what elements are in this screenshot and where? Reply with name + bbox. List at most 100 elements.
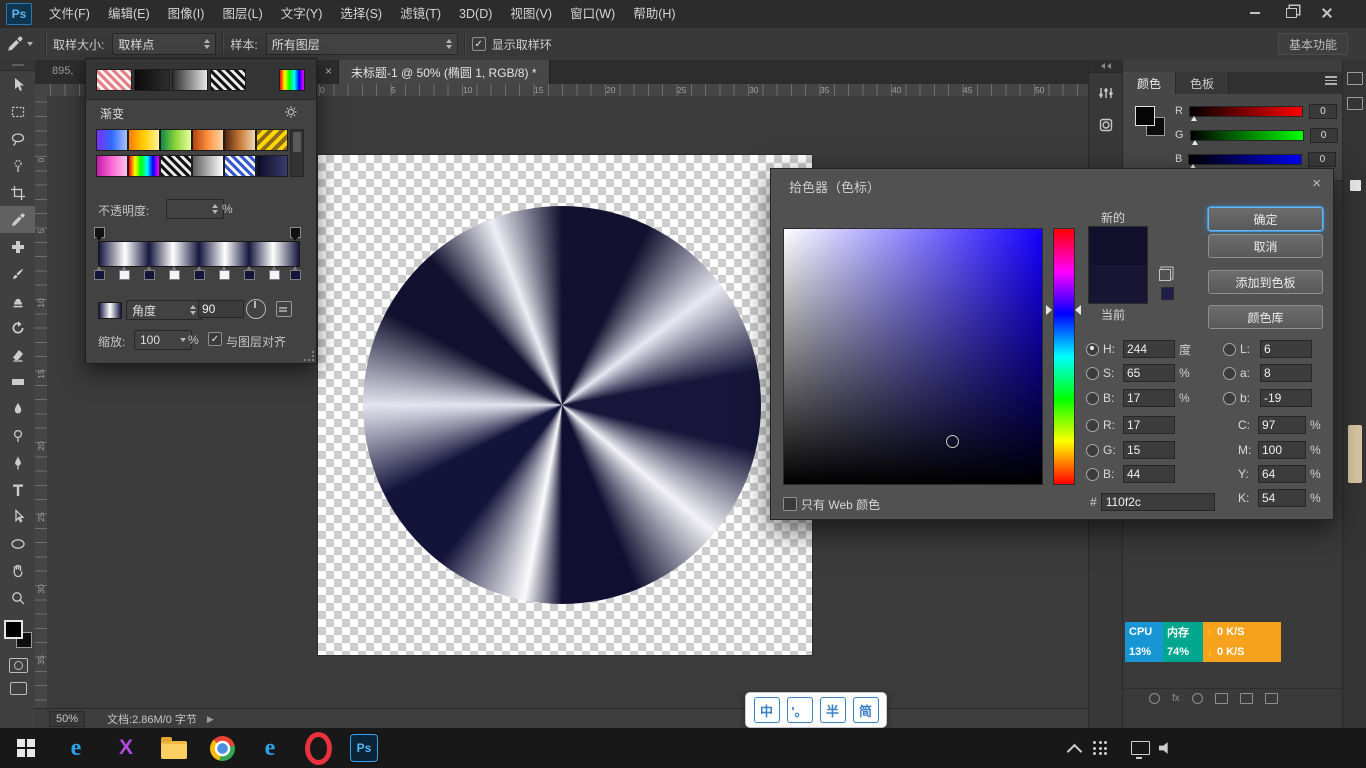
photoshop-taskbar-icon[interactable]: Ps	[350, 734, 378, 762]
web-warning-cube-icon[interactable]	[1159, 269, 1171, 281]
ie-taskbar-icon[interactable]: e	[256, 734, 284, 762]
menu-window[interactable]: 窗口(W)	[561, 0, 624, 28]
menu-image[interactable]: 图像(I)	[159, 0, 214, 28]
color-stop[interactable]	[244, 270, 255, 280]
xshell-taskbar-icon[interactable]: X	[112, 734, 140, 762]
red-input[interactable]	[1123, 416, 1175, 434]
blue-channel-slider[interactable]	[1188, 154, 1302, 165]
menu-help[interactable]: 帮助(H)	[624, 0, 684, 28]
gradient-preset-swatch[interactable]	[224, 155, 256, 177]
opacity-stop[interactable]	[290, 227, 301, 238]
angle-dial-icon[interactable]	[246, 299, 266, 319]
panel-icon-small-swatch[interactable]	[1350, 180, 1361, 191]
file-explorer-icon[interactable]	[160, 734, 188, 762]
brightness-radio[interactable]	[1086, 392, 1099, 405]
panel-icon-adjustments[interactable]	[1094, 81, 1118, 105]
menu-filter[interactable]: 滤镜(T)	[391, 0, 450, 28]
gradient-preset-swatch[interactable]	[128, 155, 160, 177]
path-selection-tool[interactable]	[0, 503, 35, 530]
cyan-input[interactable]	[1258, 416, 1306, 434]
ok-button[interactable]: 确定	[1208, 207, 1323, 231]
ellipse-tool[interactable]	[0, 530, 35, 557]
menu-view[interactable]: 视图(V)	[501, 0, 561, 28]
tray-apps-grid[interactable]	[1086, 734, 1114, 762]
tool-preset-picker[interactable]	[0, 35, 39, 53]
gradient-preset-swatch[interactable]	[256, 155, 288, 177]
brightness-input[interactable]	[1123, 389, 1175, 407]
red-channel-slider[interactable]	[1189, 106, 1303, 117]
document-tab[interactable]: 未标题-1 @ 50% (椭圆 1, RGB/8) *	[338, 60, 550, 84]
gradient-preset-swatch[interactable]	[128, 129, 160, 151]
green-channel-slider[interactable]	[1190, 130, 1304, 141]
move-tool[interactable]	[0, 71, 35, 98]
resize-grip[interactable]	[304, 351, 314, 361]
angle-gradient-ellipse[interactable]	[363, 206, 761, 604]
mask-icon[interactable]	[1192, 693, 1203, 704]
gradient-editor-bar[interactable]	[98, 241, 300, 267]
panel-icon-info[interactable]	[1347, 97, 1363, 110]
lab-a-input[interactable]	[1260, 364, 1312, 382]
color-stop[interactable]	[269, 270, 280, 280]
foreground-background-swatches[interactable]	[4, 620, 32, 648]
tab-swatches-panel[interactable]: 色板	[1176, 72, 1229, 94]
crop-tool[interactable]	[0, 179, 35, 206]
edge-taskbar-icon[interactable]: e	[62, 734, 90, 762]
color-stop[interactable]	[194, 270, 205, 280]
color-field-marker[interactable]	[946, 435, 959, 448]
show-ring-checkbox[interactable]	[472, 37, 486, 51]
add-to-swatches-button[interactable]: 添加到色板	[1208, 270, 1323, 294]
saturation-radio[interactable]	[1086, 367, 1099, 380]
gradient-chip[interactable]	[98, 302, 122, 319]
ime-width-key[interactable]: 半	[820, 697, 846, 723]
tray-network[interactable]	[1126, 734, 1154, 762]
gradient-preset-swatch[interactable]	[160, 129, 192, 151]
healing-brush-tool[interactable]	[0, 233, 35, 260]
color-stop[interactable]	[290, 270, 301, 280]
color-stop[interactable]	[144, 270, 155, 280]
color-stop[interactable]	[94, 270, 105, 280]
hue-radio[interactable]	[1086, 343, 1099, 356]
saturation-input[interactable]	[1123, 364, 1175, 382]
opacity-dropdown[interactable]	[166, 199, 224, 219]
blue-radio[interactable]	[1086, 468, 1099, 481]
gradient-type-fg-transparent[interactable]	[96, 69, 132, 91]
lab-b-radio[interactable]	[1223, 392, 1236, 405]
zoom-tool[interactable]	[0, 584, 35, 611]
dodge-tool[interactable]	[0, 422, 35, 449]
magenta-input[interactable]	[1258, 441, 1306, 459]
minimize-icon[interactable]	[1244, 4, 1266, 22]
eyedropper-tool[interactable]	[0, 206, 35, 233]
sample-size-dropdown[interactable]: 取样点	[112, 33, 216, 55]
lab-b-input[interactable]	[1260, 389, 1312, 407]
start-button[interactable]	[12, 734, 40, 762]
align-layer-checkbox[interactable]	[208, 332, 222, 346]
gradient-type-gray[interactable]	[172, 69, 208, 91]
gradient-preset-swatch[interactable]	[160, 155, 192, 177]
foreground-color-swatch[interactable]	[4, 620, 23, 639]
hand-tool[interactable]	[0, 557, 35, 584]
hue-slider-arrow-left[interactable]	[1046, 305, 1052, 315]
zoom-level-field[interactable]: 50%	[49, 711, 85, 727]
yellow-input[interactable]	[1258, 465, 1306, 483]
ime-punct-key[interactable]: '。	[787, 697, 813, 723]
brush-tool[interactable]	[0, 260, 35, 287]
rectangular-marquee-tool[interactable]	[0, 98, 35, 125]
link-icon[interactable]	[1149, 693, 1160, 704]
opacity-stop[interactable]	[94, 227, 105, 238]
workspace-switcher[interactable]: 基本功能	[1278, 33, 1348, 55]
dock-collapse-handle[interactable]	[1089, 60, 1123, 73]
menu-edit[interactable]: 编辑(E)	[99, 0, 159, 28]
dialog-close-icon[interactable]: ×	[1312, 175, 1321, 192]
chrome-taskbar-icon[interactable]	[208, 734, 236, 762]
new-layer-icon[interactable]	[1215, 693, 1228, 704]
history-brush-tool[interactable]	[0, 314, 35, 341]
angle-input[interactable]	[198, 300, 244, 318]
color-stop[interactable]	[169, 270, 180, 280]
gradient-preset-swatch[interactable]	[96, 155, 128, 177]
gradient-preset-swatch[interactable]	[224, 129, 256, 151]
gradient-preset-swatch[interactable]	[192, 155, 224, 177]
black-input[interactable]	[1258, 489, 1306, 507]
green-channel-value[interactable]: 0	[1310, 128, 1338, 143]
menu-select[interactable]: 选择(S)	[331, 0, 391, 28]
screen-mode-icon[interactable]	[10, 682, 27, 695]
